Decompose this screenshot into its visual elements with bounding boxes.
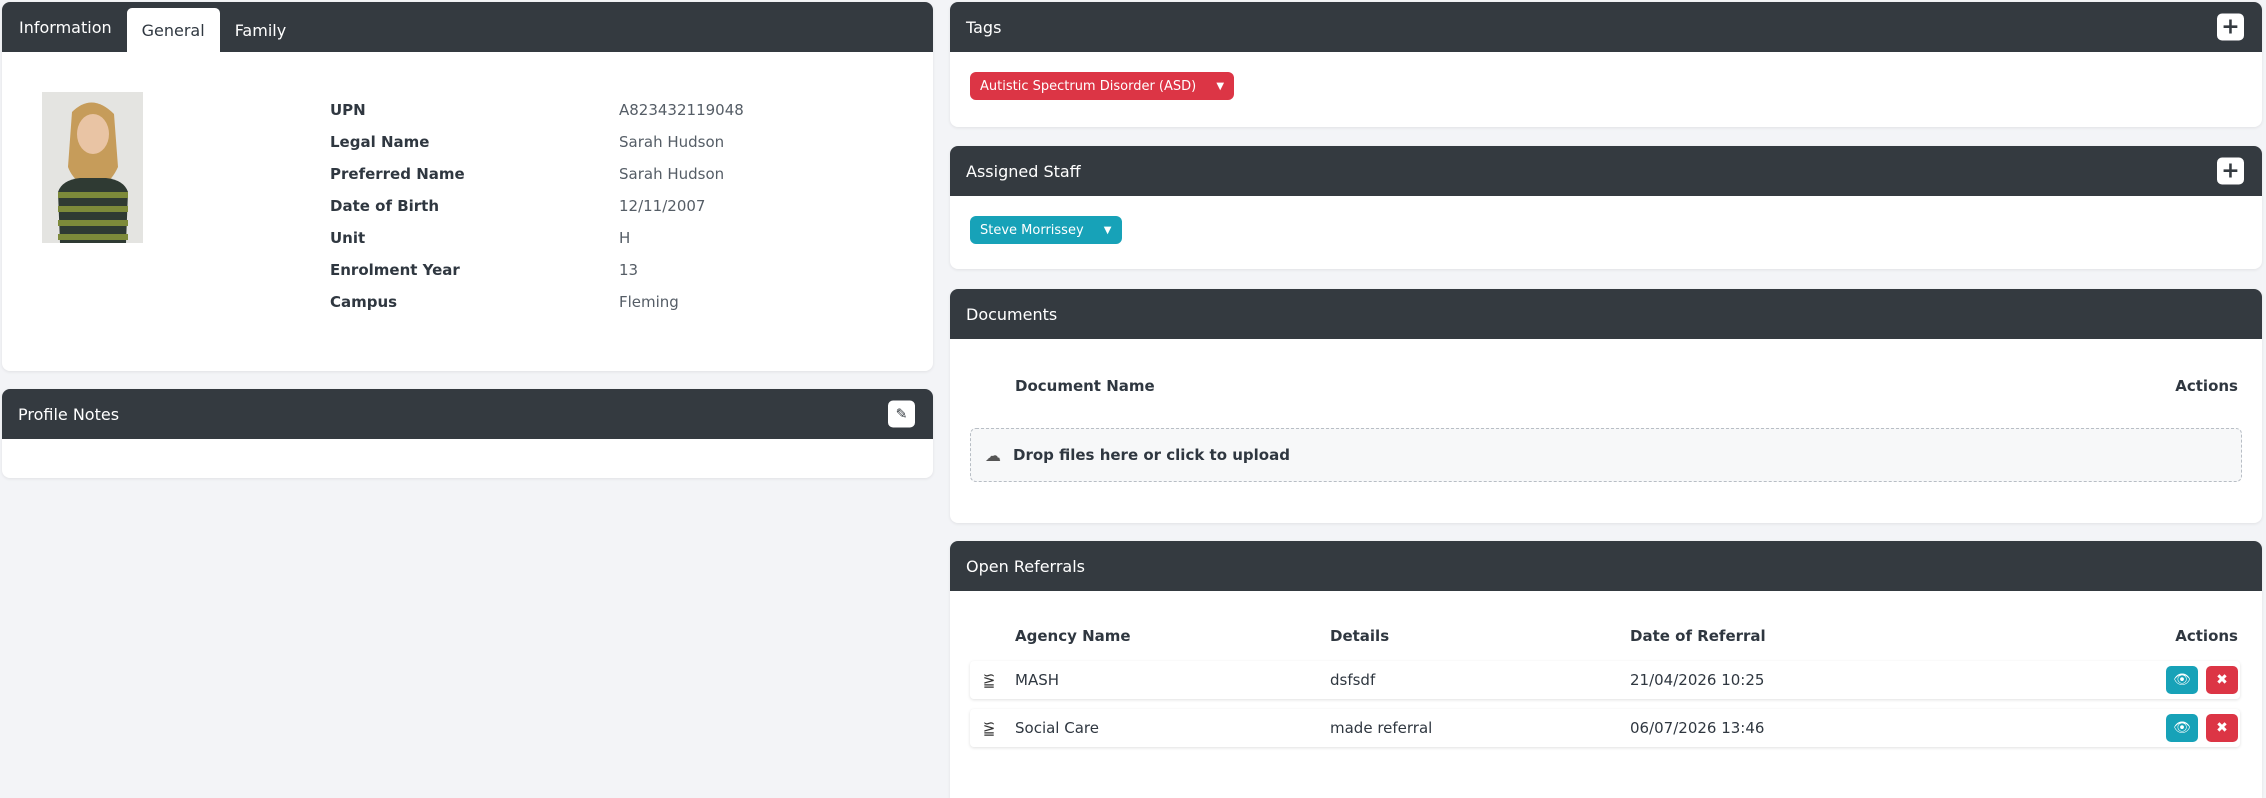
add-staff-button[interactable]: + xyxy=(2217,157,2244,185)
referral-details: made referral xyxy=(1330,719,1433,737)
profile-notes-title: Profile Notes xyxy=(18,404,120,424)
tag-dropdown[interactable]: Autistic Spectrum Disorder (ASD) ▼ xyxy=(970,72,1235,100)
student-photo xyxy=(42,92,143,243)
info-tabs: Information General Family xyxy=(2,2,933,52)
field-row: Campus Fleming xyxy=(330,286,744,318)
field-label: Preferred Name xyxy=(330,165,465,183)
referral-date: 06/07/2026 13:46 xyxy=(1630,719,1765,737)
field-row: Date of Birth 12/11/2007 xyxy=(330,190,744,222)
share-icon[interactable]: ⪠ xyxy=(970,671,1008,689)
open-referrals-card: Open Referrals Agency Name Details Date … xyxy=(950,541,2262,798)
field-row: Preferred Name Sarah Hudson xyxy=(330,158,744,190)
tags-card: Tags + Autistic Spectrum Disorder (ASD) … xyxy=(950,2,2262,127)
field-row: Unit H xyxy=(330,222,744,254)
agency-name-header: Agency Name xyxy=(1015,627,1131,645)
tags-title: Tags xyxy=(966,17,1002,37)
document-actions-header: Actions xyxy=(2175,377,2238,395)
view-referral-button[interactable]: 👁 xyxy=(2166,666,2198,694)
assigned-staff-title: Assigned Staff xyxy=(966,161,1081,181)
field-value: Fleming xyxy=(619,293,679,311)
open-referrals-header: Open Referrals xyxy=(950,541,2262,591)
student-photo-image xyxy=(42,92,143,243)
field-value: Sarah Hudson xyxy=(619,133,725,151)
student-fields: UPN A823432119048 Legal Name Sarah Hudson … xyxy=(330,94,744,318)
field-label: Legal Name xyxy=(330,133,430,151)
referral-row: ⪠ Social Care made referral 06/07/2026 1… xyxy=(970,709,2240,747)
document-name-header: Document Name xyxy=(1015,377,1155,395)
tab-general[interactable]: General xyxy=(126,8,220,52)
field-value: Sarah Hudson xyxy=(619,165,725,183)
view-referral-button[interactable]: 👁 xyxy=(2166,714,2198,742)
plus-icon: + xyxy=(2221,158,2240,184)
share-icon[interactable]: ⪠ xyxy=(970,719,1008,737)
referral-date: 21/04/2026 10:25 xyxy=(1630,671,1765,689)
actions-header: Actions xyxy=(2175,627,2238,645)
referral-agency: Social Care xyxy=(1015,719,1099,737)
documents-card: Documents Document Name Actions ☁ Drop f… xyxy=(950,289,2262,523)
profile-notes-header: Profile Notes ✎ xyxy=(2,389,933,439)
field-value: H xyxy=(619,229,631,247)
date-header: Date of Referral xyxy=(1630,627,1766,645)
tags-header: Tags + xyxy=(950,2,2262,52)
open-referrals-title: Open Referrals xyxy=(966,556,1085,576)
field-label: Campus xyxy=(330,293,398,311)
eye-icon: 👁 xyxy=(2173,720,2191,736)
field-label: Date of Birth xyxy=(330,197,440,215)
field-row: Legal Name Sarah Hudson xyxy=(330,126,744,158)
documents-title: Documents xyxy=(966,304,1058,324)
assigned-staff-card: Assigned Staff + Steve Morrissey ▼ xyxy=(950,146,2262,269)
caret-down-icon[interactable]: ▼ xyxy=(1094,225,1122,236)
staff-dropdown[interactable]: Steve Morrissey ▼ xyxy=(970,216,1122,244)
referral-row: ⪠ MASH dsfsdf 21/04/2026 10:25 👁 ✖ xyxy=(970,661,2240,699)
tab-family[interactable]: Family xyxy=(220,8,301,52)
details-header: Details xyxy=(1330,627,1390,645)
field-label: Enrolment Year xyxy=(330,261,460,279)
profile-notes-card: Profile Notes ✎ xyxy=(2,389,933,478)
add-tag-button[interactable]: + xyxy=(2217,13,2244,41)
tab-information[interactable]: Information xyxy=(4,2,127,52)
field-value: 12/11/2007 xyxy=(619,197,706,215)
field-value: 13 xyxy=(619,261,639,279)
field-label: UPN xyxy=(330,101,366,119)
close-circle-icon: ✖ xyxy=(2216,672,2228,688)
field-row: Enrolment Year 13 xyxy=(330,254,744,286)
delete-referral-button[interactable]: ✖ xyxy=(2206,666,2238,694)
referral-details: dsfsdf xyxy=(1330,671,1376,689)
edit-notes-button[interactable]: ✎ xyxy=(888,400,915,428)
field-label: Unit xyxy=(330,229,366,247)
referral-agency: MASH xyxy=(1015,671,1060,689)
staff-label: Steve Morrissey xyxy=(980,222,1084,238)
documents-header: Documents xyxy=(950,289,2262,339)
close-circle-icon: ✖ xyxy=(2216,720,2228,736)
field-value: A823432119048 xyxy=(619,101,744,119)
tag-label: Autistic Spectrum Disorder (ASD) xyxy=(980,78,1197,94)
caret-down-icon[interactable]: ▼ xyxy=(1206,81,1234,92)
cloud-upload-icon: ☁ xyxy=(985,445,1001,465)
eye-icon: 👁 xyxy=(2173,672,2191,688)
information-card: Information General Family UPN A823432119… xyxy=(2,2,933,371)
upload-dropzone[interactable]: ☁ Drop files here or click to upload xyxy=(970,428,2242,482)
plus-icon: + xyxy=(2221,14,2240,40)
field-row: UPN A823432119048 xyxy=(330,94,744,126)
dropzone-label: Drop files here or click to upload xyxy=(1013,446,1290,464)
assigned-staff-header: Assigned Staff + xyxy=(950,146,2262,196)
edit-icon: ✎ xyxy=(895,406,908,422)
delete-referral-button[interactable]: ✖ xyxy=(2206,714,2238,742)
